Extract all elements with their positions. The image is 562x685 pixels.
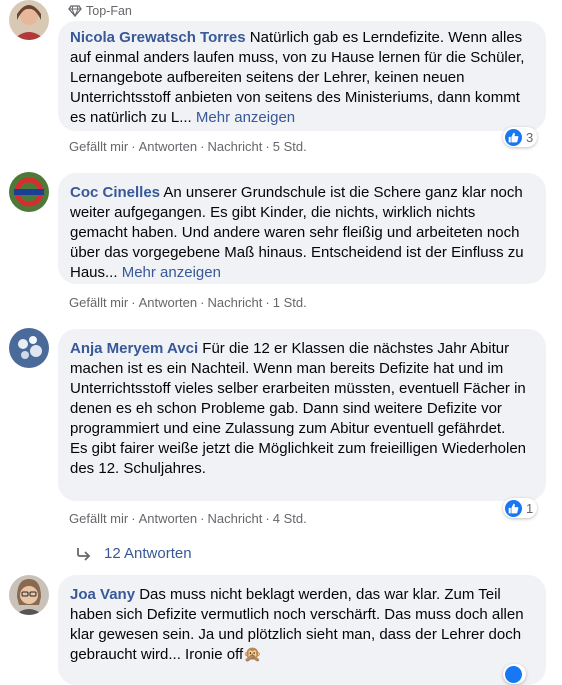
like-button[interactable]: Gefällt mir bbox=[69, 511, 128, 526]
comment-actions: Gefällt mir · Antworten · Nachricht · 5 Std. bbox=[69, 139, 307, 154]
monkey-face-icon: 🙊 bbox=[243, 646, 262, 663]
avatar[interactable] bbox=[9, 172, 49, 212]
reply-button[interactable]: Antworten bbox=[139, 295, 198, 310]
reaction-number: 3 bbox=[526, 129, 534, 145]
badge-label: Top-Fan bbox=[86, 4, 132, 18]
diamond-icon bbox=[68, 5, 82, 17]
comment-text: Das muss nicht beklagt werden, das war k… bbox=[70, 586, 524, 663]
comment-text: Für die 12 er Klassen die nächstes Jahr … bbox=[70, 340, 527, 477]
author-name[interactable]: Anja Meryem Avci bbox=[70, 340, 198, 357]
comment-actions: Gefällt mir · Antworten · Nachricht · 1 Std. bbox=[69, 295, 307, 310]
view-replies-button[interactable]: 12 Antworten bbox=[76, 545, 192, 562]
author-name[interactable]: Joa Vany bbox=[70, 586, 135, 603]
show-more-link[interactable]: Mehr anzeigen bbox=[122, 264, 221, 281]
author-name[interactable]: Coc Cinelles bbox=[70, 184, 160, 201]
show-more-link[interactable]: Mehr anzeigen bbox=[196, 109, 295, 126]
message-button[interactable]: Nachricht bbox=[207, 511, 262, 526]
comment-bubble: Nicola Grewatsch Torres Natürlich gab es… bbox=[58, 21, 546, 131]
message-button[interactable]: Nachricht bbox=[207, 139, 262, 154]
avatar[interactable] bbox=[9, 575, 49, 615]
like-button[interactable]: Gefällt mir bbox=[69, 139, 128, 154]
reaction-number: 1 bbox=[526, 500, 534, 516]
reaction-count[interactable]: 3 bbox=[503, 127, 538, 147]
top-fan-badge: Top-Fan bbox=[68, 4, 132, 18]
reply-arrow-icon bbox=[77, 547, 91, 561]
like-icon bbox=[505, 499, 522, 517]
timestamp[interactable]: 5 Std. bbox=[273, 139, 307, 154]
reaction-count[interactable] bbox=[503, 664, 526, 684]
comment-bubble: Anja Meryem Avci Für die 12 er Klassen d… bbox=[58, 329, 546, 501]
like-icon bbox=[505, 665, 522, 683]
comment-bubble: Joa Vany Das muss nicht beklagt werden, … bbox=[58, 575, 546, 685]
comment-bubble: Coc Cinelles An unserer Grundschule ist … bbox=[58, 173, 546, 284]
comment-actions: Gefällt mir · Antworten · Nachricht · 4 Std. bbox=[69, 511, 307, 526]
avatar[interactable] bbox=[9, 328, 49, 368]
like-icon bbox=[505, 128, 522, 146]
avatar[interactable] bbox=[9, 0, 49, 40]
reaction-count[interactable]: 1 bbox=[503, 498, 538, 518]
reply-button[interactable]: Antworten bbox=[139, 139, 198, 154]
timestamp[interactable]: 1 Std. bbox=[273, 295, 307, 310]
author-name[interactable]: Nicola Grewatsch Torres bbox=[70, 29, 246, 46]
reply-button[interactable]: Antworten bbox=[139, 511, 198, 526]
like-button[interactable]: Gefällt mir bbox=[69, 295, 128, 310]
replies-count: 12 Antworten bbox=[104, 545, 192, 562]
timestamp[interactable]: 4 Std. bbox=[273, 511, 307, 526]
message-button[interactable]: Nachricht bbox=[207, 295, 262, 310]
